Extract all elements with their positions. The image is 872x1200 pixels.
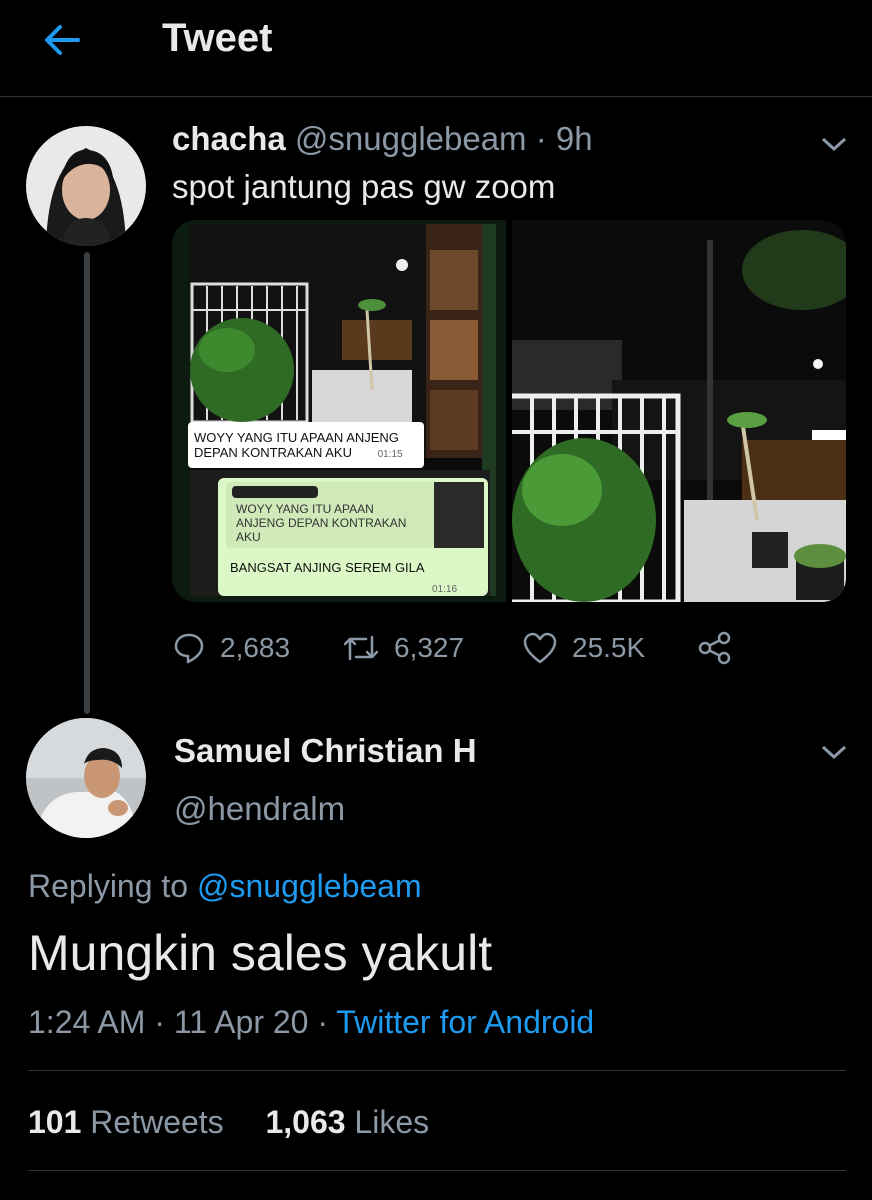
retweet-label: Retweets	[90, 1104, 224, 1140]
like-button[interactable]: 25.5K	[522, 626, 645, 670]
like-icon	[523, 632, 557, 664]
tweet-date: 11 Apr 20	[173, 1004, 309, 1040]
tweet-source-link[interactable]: Twitter for Android	[336, 1004, 594, 1040]
likes-stat[interactable]: 1,063 Likes	[265, 1104, 429, 1140]
chat-time-2: 01:16	[432, 584, 458, 595]
chevron-down-icon[interactable]	[820, 134, 848, 154]
divider	[28, 1170, 846, 1171]
thread-line	[84, 252, 90, 714]
tweet-media[interactable]: WOYY YANG ITU APAAN ANJENG DEPAN KONTRAK…	[172, 220, 846, 602]
top-bar	[0, 0, 872, 97]
reply-count: 2,683	[220, 632, 291, 663]
share-button[interactable]	[696, 626, 748, 670]
retweet-icon	[343, 635, 379, 661]
tweet-author[interactable]: chacha @snugglebeam · 9h	[172, 120, 593, 158]
back-arrow-icon[interactable]	[40, 18, 84, 62]
divider	[28, 1070, 846, 1071]
chat-quote: WOYY YANG ITU APAAN ANJENG DEPAN KONTRAK…	[236, 502, 407, 544]
avatar[interactable]	[26, 718, 146, 838]
reply-icon	[174, 633, 204, 664]
retweet-count: 6,327	[394, 632, 465, 663]
tweet-meta: 1:24 AM · 11 Apr 20 · Twitter for Androi…	[28, 1004, 595, 1040]
share-icon	[698, 631, 731, 665]
like-count: 25.5K	[572, 632, 646, 663]
chevron-down-icon[interactable]	[820, 742, 848, 762]
retweets-stat[interactable]: 101 Retweets	[28, 1104, 224, 1140]
retweet-total: 101	[28, 1104, 82, 1140]
tweet-time: 1:24 AM	[28, 1004, 146, 1040]
like-label: Likes	[354, 1104, 430, 1140]
page-title: Tweet	[162, 16, 273, 60]
tweet-text: Mungkin sales yakult	[28, 925, 493, 981]
like-total: 1,063	[265, 1104, 346, 1140]
tweet-time: · 9h	[535, 120, 593, 157]
chat-bubble-1: WOYY YANG ITU APAAN ANJENG DEPAN KONTRAK…	[194, 430, 403, 460]
avatar[interactable]	[26, 126, 146, 246]
replying-to: Replying to @snugglebeam	[28, 868, 422, 905]
author-name[interactable]: Samuel Christian H	[174, 732, 477, 770]
reply-mention-link[interactable]: @snugglebeam	[197, 868, 422, 904]
reply-button[interactable]: 2,683	[172, 626, 290, 670]
chat-bubble-2: BANGSAT ANJING SEREM GILA	[230, 560, 425, 575]
tweet-text: spot jantung pas gw zoom	[172, 168, 556, 205]
author-handle[interactable]: @snugglebeam	[295, 120, 527, 157]
media-photos	[172, 220, 846, 602]
tweet-actions: 2,683 6,327 25.5K	[172, 626, 772, 670]
retweet-button[interactable]: 6,327	[342, 626, 464, 670]
author-handle[interactable]: @hendralm	[174, 790, 345, 828]
replying-label: Replying to	[28, 868, 197, 904]
author-name[interactable]: chacha	[172, 120, 286, 157]
tweet-stats: 101 Retweets 1,063 Likes	[28, 1104, 429, 1141]
